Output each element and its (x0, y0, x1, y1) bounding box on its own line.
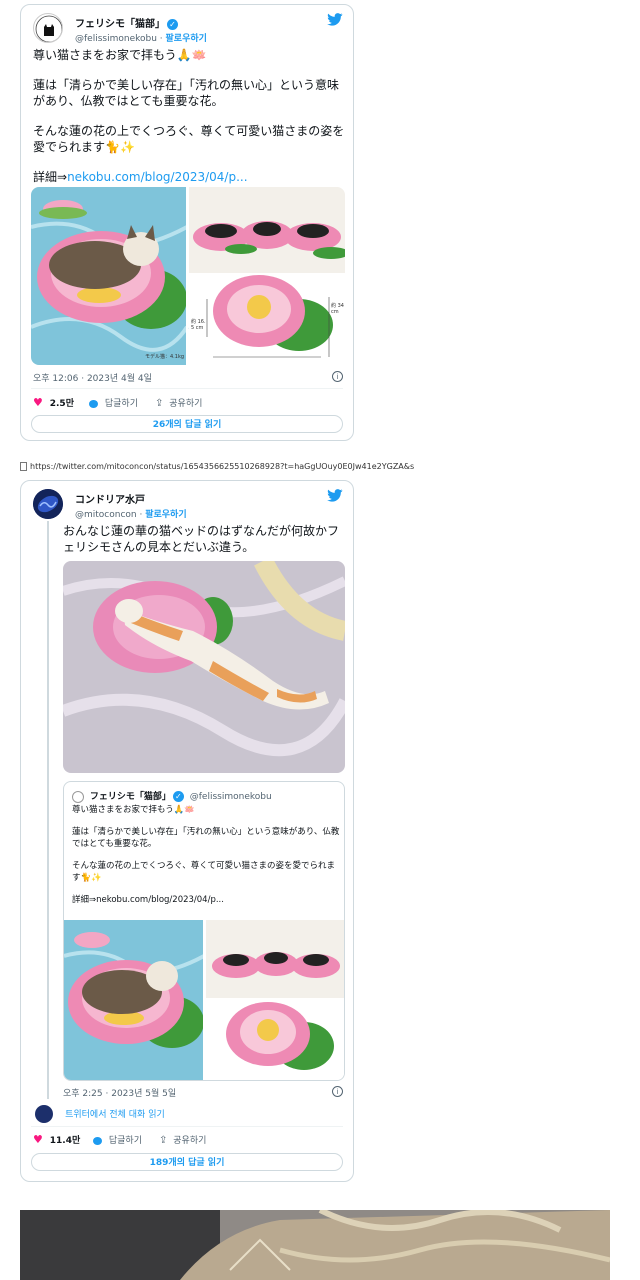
reply-label: 답글하기 (104, 399, 138, 409)
divider (31, 1126, 343, 1127)
tweet-paragraph: おんなじ蓮の華の猫ベッドのはずなんだが何故かフェリシモさんの見本とだいぶ違う。 (63, 524, 340, 554)
source-url[interactable]: https://twitter.com/mitoconcon/status/16… (30, 462, 414, 471)
quoted-paragraph: そんな蓮の花の上でくつろぐ、尊くて可愛い猫さまの姿を愛でられます🐈✨ (72, 861, 335, 883)
read-replies-button[interactable]: 26개의 답글 읽기 (31, 415, 343, 433)
action-bar: ♥ 2.5만 답글하기 ⇪ 공유하기 (33, 396, 343, 410)
action-bar: ♥ 11.4만 답글하기 ⇪ 공유하기 (33, 1133, 343, 1147)
quoted-header: フェリシモ「猫部」 ✓ @felissimonekobu (72, 789, 272, 803)
share-button[interactable]: ⇪ 공유하기 (159, 1133, 206, 1146)
display-name[interactable]: コンドリア水戸 (75, 491, 145, 506)
nekobu-logo-icon (35, 15, 62, 42)
verified-badge-icon: ✓ (167, 18, 178, 30)
conversation-label: 트위터에서 전체 대화 읽기 (65, 1110, 165, 1120)
tweet-card-felissimo: フェリシモ「猫部」 ✓ @felissimonekobu · 팔로우하기 尊い猫さ… (20, 4, 354, 441)
tweet-text: 尊い猫さまをお家で拝もう🙏🪷 蓮は「清らかで美しい存在」「汚れの無い心」という意… (33, 47, 345, 185)
reply-label: 답글하기 (108, 1136, 142, 1146)
source-url-line: https://twitter.com/mitoconcon/status/16… (20, 462, 414, 471)
like-count: 2.5만 (49, 399, 74, 409)
mitochondria-avatar-icon (33, 489, 63, 519)
timestamp[interactable]: 오후 12:06 · 2023년 4월 4일 (33, 371, 152, 384)
height-caption: 約 16.5 cm (191, 319, 206, 331)
tweet-link-line: 詳細⇒nekobu.com/blog/2023/04/p... (33, 169, 345, 185)
follow-button[interactable]: 팔로우하기 (145, 510, 186, 520)
quoted-paragraph: 尊い猫さまをお家で拝もう🙏🪷 (72, 805, 195, 815)
blanket-photo (20, 1210, 610, 1280)
tweet-link[interactable]: nekobu.com/blog/2023/04/p... (67, 170, 247, 184)
heart-icon: ♥ (33, 1133, 43, 1146)
quoted-paragraph: 蓮は「清らかで美しい存在」「汚れの無い心」という意味があり、仏教ではとても重要な… (72, 827, 340, 849)
handle[interactable]: @felissimonekobu (75, 34, 157, 44)
handle-line: @felissimonekobu · 팔로우하기 (75, 34, 207, 44)
quoted-link: nekobu.com/blog/2023/04/p... (96, 895, 224, 905)
share-label: 공유하기 (173, 1136, 207, 1146)
link-prefix: 詳細⇒ (33, 170, 68, 184)
model-caption: モデル猫：4.1kg (145, 354, 185, 360)
tweet-card-mitoconcon: コンドリア水戸 @mitoconcon · 팔로우하기 おんなじ蓮の華の猫ベッド… (20, 480, 354, 1182)
heart-icon: ♥ (33, 396, 43, 409)
quoted-handle: @felissimonekobu (189, 792, 272, 802)
conversation-link[interactable]: 트위터에서 전체 대화 읽기 (35, 1103, 165, 1123)
info-icon[interactable]: i (332, 1086, 343, 1097)
tweet-header: フェリシモ「猫部」 ✓ @felissimonekobu · 팔로우하기 (33, 13, 343, 47)
reply-button[interactable]: 답글하기 (93, 1133, 142, 1146)
follow-button[interactable]: 팔로우하기 (166, 34, 207, 44)
tweet-paragraph: 尊い猫さまをお家で拝もう🙏🪷 (33, 48, 207, 62)
quoted-text: 尊い猫さまをお家で拝もう🙏🪷 蓮は「清らかで美しい存在」「汚れの無い心」という意… (72, 804, 340, 906)
share-icon: ⇪ (159, 1135, 168, 1146)
thread-line (47, 521, 49, 1099)
display-name[interactable]: フェリシモ「猫部」 ✓ (75, 15, 178, 30)
timestamp[interactable]: 오후 2:25 · 2023년 5월 5일 (63, 1086, 176, 1099)
tweet-media[interactable] (63, 561, 345, 773)
handle[interactable]: @mitoconcon (75, 510, 137, 520)
avatar[interactable] (33, 13, 63, 43)
share-button[interactable]: ⇪ 공유하기 (155, 396, 202, 409)
reply-bubble-icon (93, 1136, 102, 1145)
quoted-tweet[interactable]: フェリシモ「猫部」 ✓ @felissimonekobu 尊い猫さまをお家で拝もう… (63, 781, 345, 1081)
like-button[interactable]: ♥ 11.4만 (33, 1133, 80, 1146)
quoted-media (64, 920, 344, 1080)
quoted-display-name: フェリシモ「猫部」 (89, 792, 171, 802)
link-prefix: 詳細⇒ (72, 895, 97, 905)
document-icon (20, 462, 27, 471)
lotus-cat-bed-photo (64, 920, 344, 1080)
tweet-paragraph: 蓮は「清らかで美しい存在」「汚れの無い心」という意味があり、仏教ではとても重要な… (33, 78, 340, 108)
reply-bubble-icon (89, 399, 98, 408)
verified-badge-icon: ✓ (172, 791, 184, 802)
avatar (35, 1104, 53, 1123)
quoted-link-line: 詳細⇒nekobu.com/blog/2023/04/p... (72, 894, 340, 906)
share-label: 공유하기 (169, 399, 203, 409)
tweet-header: コンドリア水戸 @mitoconcon · 팔로우하기 (33, 489, 343, 523)
width-caption: 約 34 cm (331, 303, 344, 315)
divider (31, 388, 343, 389)
twitter-bird-icon[interactable] (327, 489, 343, 502)
tweet-text: おんなじ蓮の華の猫ベッドのはずなんだが何故かフェリシモさんの見本とだいぶ違う。 (63, 523, 345, 555)
tweet-paragraph: そんな蓮の花の上でくつろぐ、尊くて可愛い猫さまの姿を愛でられます🐈✨ (33, 124, 345, 154)
info-icon[interactable]: i (332, 371, 343, 382)
bottom-photo (20, 1210, 610, 1280)
lotus-cat-bed-photo (31, 187, 345, 365)
twitter-bird-icon[interactable] (327, 13, 343, 26)
like-button[interactable]: ♥ 2.5만 (33, 396, 74, 409)
tweet-media[interactable]: 約 16.5 cm 約 34 cm モデル猫：4.1kg (31, 187, 345, 365)
read-replies-button[interactable]: 189개의 답글 읽기 (31, 1153, 343, 1171)
cat-on-lotus-bed-photo (63, 561, 345, 773)
like-count: 11.4만 (49, 1136, 81, 1146)
quoted-avatar (72, 790, 84, 803)
share-icon: ⇪ (155, 398, 164, 409)
handle-line: @mitoconcon · 팔로우하기 (75, 510, 187, 520)
reply-button[interactable]: 답글하기 (89, 396, 138, 409)
avatar[interactable] (33, 489, 63, 519)
